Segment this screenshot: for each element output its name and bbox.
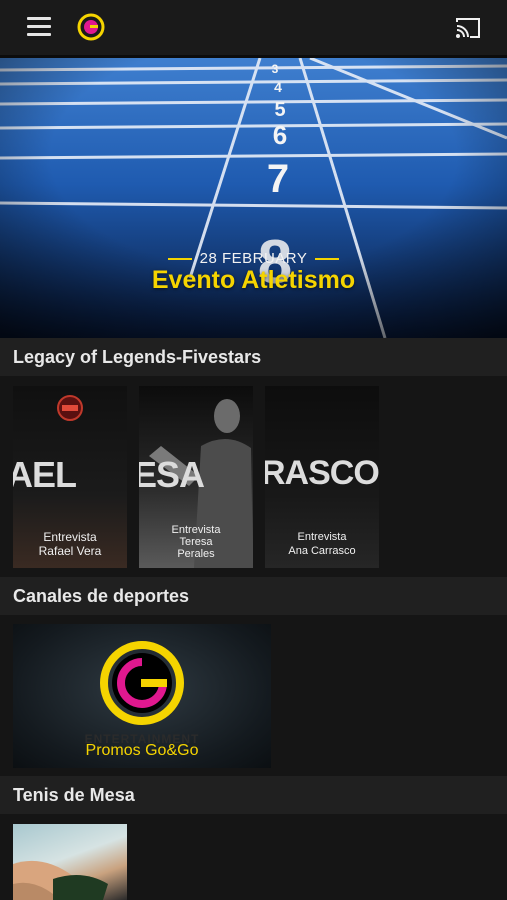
caption-line: Teresa <box>179 536 213 548</box>
gogo-logo-icon[interactable] <box>77 13 105 41</box>
legacy-badge-icon <box>57 395 83 421</box>
card-caption: Entrevista Teresa Perales <box>139 524 253 560</box>
card-caption: Promos Go&Go <box>85 742 199 759</box>
hero-date: 28 FEBRUARY <box>160 250 348 267</box>
card-caption: Entrevista Ana Carrasco <box>265 530 379 558</box>
hero-title: Evento Atletismo <box>151 266 356 294</box>
caption-line: Perales <box>177 548 215 560</box>
card-overlay-text: RASCO <box>265 454 379 492</box>
card-caption: Entrevista Rafael Vera <box>13 530 127 558</box>
section-header-canales[interactable]: Canales de deportes <box>0 577 507 615</box>
card-overlay-text: ESA <box>139 454 205 495</box>
caption-line: Ana Carrasco <box>288 545 356 557</box>
section-title: Canales de deportes <box>13 586 190 606</box>
video-card-tenis[interactable] <box>13 824 127 900</box>
video-card-ana-carrasco[interactable]: RASCO Entrevista Ana Carrasco <box>265 386 379 568</box>
caption-line: Entrevista <box>43 530 97 544</box>
channel-card-promos[interactable]: ENTERTAINMENT Promos Go&Go <box>13 624 271 768</box>
running-track-image: 3 4 5 6 7 8 <box>0 58 507 338</box>
video-card-rafael-vera[interactable]: AEL Entrevista Rafael Vera <box>13 386 127 568</box>
gogo-logo-icon <box>100 641 184 725</box>
caption-line: Rafael Vera <box>38 544 102 558</box>
section-header-tenis[interactable]: Tenis de Mesa <box>0 776 507 814</box>
section-title: Legacy of Legends-Fivestars <box>13 347 262 367</box>
hero-banner[interactable]: 3 4 5 6 7 8 28 FEBRUARY Evento Atletismo <box>0 58 507 338</box>
card-overlay-text: AEL <box>13 454 77 495</box>
table-tennis-photo <box>13 860 108 900</box>
app-toolbar <box>0 0 507 58</box>
caption-line: Entrevista <box>297 531 347 543</box>
hamburger-menu-icon[interactable] <box>27 17 51 37</box>
section-header-legacy[interactable]: Legacy of Legends-Fivestars <box>0 338 507 376</box>
caption-line: Entrevista <box>171 524 221 536</box>
cast-icon[interactable] <box>454 16 482 40</box>
video-card-teresa-perales[interactable]: ESA Entrevista Teresa Perales <box>139 386 253 568</box>
section-title: Tenis de Mesa <box>13 785 135 805</box>
